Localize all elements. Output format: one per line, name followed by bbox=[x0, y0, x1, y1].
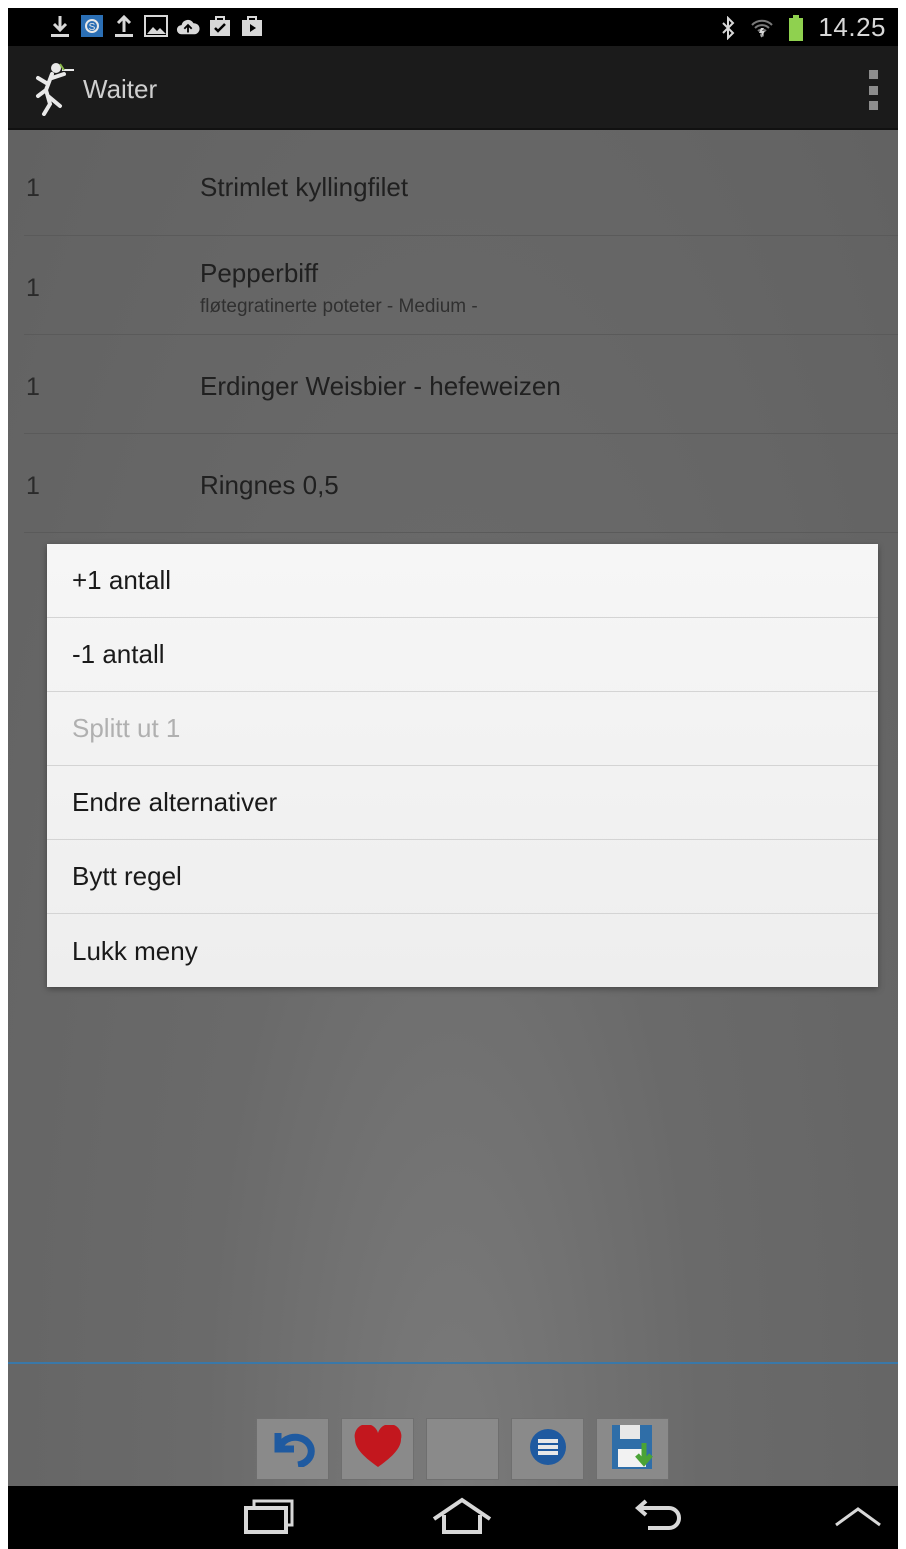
back-button[interactable] bbox=[622, 1494, 702, 1542]
navigation-bar bbox=[8, 1486, 898, 1549]
order-qty: 1 bbox=[26, 472, 40, 500]
back-icon bbox=[634, 1497, 690, 1540]
download-icon bbox=[48, 14, 72, 38]
order-row[interactable]: 1 Ringnes 0,5 bbox=[24, 434, 898, 533]
context-menu: +1 antall -1 antall Splitt ut 1 Endre al… bbox=[47, 544, 878, 987]
recent-apps-button[interactable] bbox=[228, 1494, 308, 1542]
heart-icon bbox=[353, 1423, 403, 1474]
menu-item-change-rule[interactable]: Bytt regel bbox=[47, 840, 878, 914]
toolbar-divider bbox=[8, 1362, 898, 1364]
order-item-options: fløtegratinerte poteter - Medium - bbox=[200, 296, 478, 317]
notification-icons: S bbox=[48, 14, 264, 38]
svg-text:S: S bbox=[89, 22, 96, 33]
order-row[interactable]: 1 Pepperbiff fløtegratinerte poteter - M… bbox=[24, 236, 898, 335]
home-button[interactable] bbox=[422, 1494, 502, 1542]
undo-icon bbox=[268, 1427, 318, 1472]
order-qty: 1 bbox=[26, 373, 40, 401]
home-icon bbox=[430, 1497, 494, 1540]
overflow-menu-button[interactable] bbox=[866, 70, 880, 110]
order-item-name: Ringnes 0,5 bbox=[200, 470, 339, 500]
order-item-name: Strimlet kyllingfilet bbox=[200, 172, 409, 202]
menu-dot bbox=[868, 70, 878, 79]
order-item-name: Erdinger Weisbier - hefeweizen bbox=[200, 371, 561, 401]
blank-toolbar-button[interactable] bbox=[426, 1418, 499, 1480]
status-bar: S 14.25 bbox=[8, 8, 898, 46]
order-row[interactable]: 1 Erdinger Weisbier - hefeweizen bbox=[24, 335, 898, 434]
up-chevron-icon bbox=[832, 1501, 884, 1536]
sync-icon: S bbox=[80, 14, 104, 38]
system-status: 14.25 bbox=[716, 12, 886, 43]
menu-item-plus-one[interactable]: +1 antall bbox=[47, 544, 878, 618]
menu-dot bbox=[868, 101, 878, 110]
list-icon bbox=[529, 1428, 567, 1471]
recent-apps-icon bbox=[240, 1498, 296, 1539]
battery-icon bbox=[784, 14, 808, 41]
menu-item-close-menu[interactable]: Lukk meny bbox=[47, 914, 878, 988]
status-clock: 14.25 bbox=[818, 12, 886, 42]
menu-item-split-out: Splitt ut 1 bbox=[47, 692, 878, 766]
cloud-upload-icon bbox=[176, 14, 200, 38]
menu-dot bbox=[868, 85, 878, 95]
bag-play-icon bbox=[240, 14, 264, 38]
save-button[interactable] bbox=[596, 1418, 669, 1480]
bottom-toolbar bbox=[256, 1418, 669, 1480]
order-item-name: Pepperbiff bbox=[200, 258, 319, 288]
bag-check-icon bbox=[208, 14, 232, 38]
wifi-icon bbox=[750, 16, 774, 40]
order-qty: 1 bbox=[26, 174, 40, 202]
image-icon bbox=[144, 14, 168, 38]
order-qty: 1 bbox=[26, 274, 40, 302]
device-screen: S 14.25 Waiter 1 Strimlet kyllingfilet 1… bbox=[8, 8, 898, 1549]
menu-item-minus-one[interactable]: -1 antall bbox=[47, 618, 878, 692]
list-button[interactable] bbox=[511, 1418, 584, 1480]
order-content: 1 Strimlet kyllingfilet 1 Pepperbiff flø… bbox=[8, 130, 898, 1486]
expand-up-button[interactable] bbox=[818, 1494, 898, 1542]
save-icon bbox=[610, 1423, 656, 1476]
favorite-button[interactable] bbox=[341, 1418, 414, 1480]
order-list: 1 Strimlet kyllingfilet 1 Pepperbiff flø… bbox=[8, 130, 898, 533]
waiter-logo-icon[interactable] bbox=[26, 60, 76, 116]
action-bar: Waiter bbox=[8, 46, 898, 130]
order-row[interactable]: 1 Strimlet kyllingfilet bbox=[24, 130, 898, 236]
undo-button[interactable] bbox=[256, 1418, 329, 1480]
menu-item-change-options[interactable]: Endre alternativer bbox=[47, 766, 878, 840]
bluetooth-icon bbox=[716, 15, 740, 40]
upload-icon bbox=[112, 14, 136, 38]
app-title: Waiter bbox=[83, 74, 158, 104]
